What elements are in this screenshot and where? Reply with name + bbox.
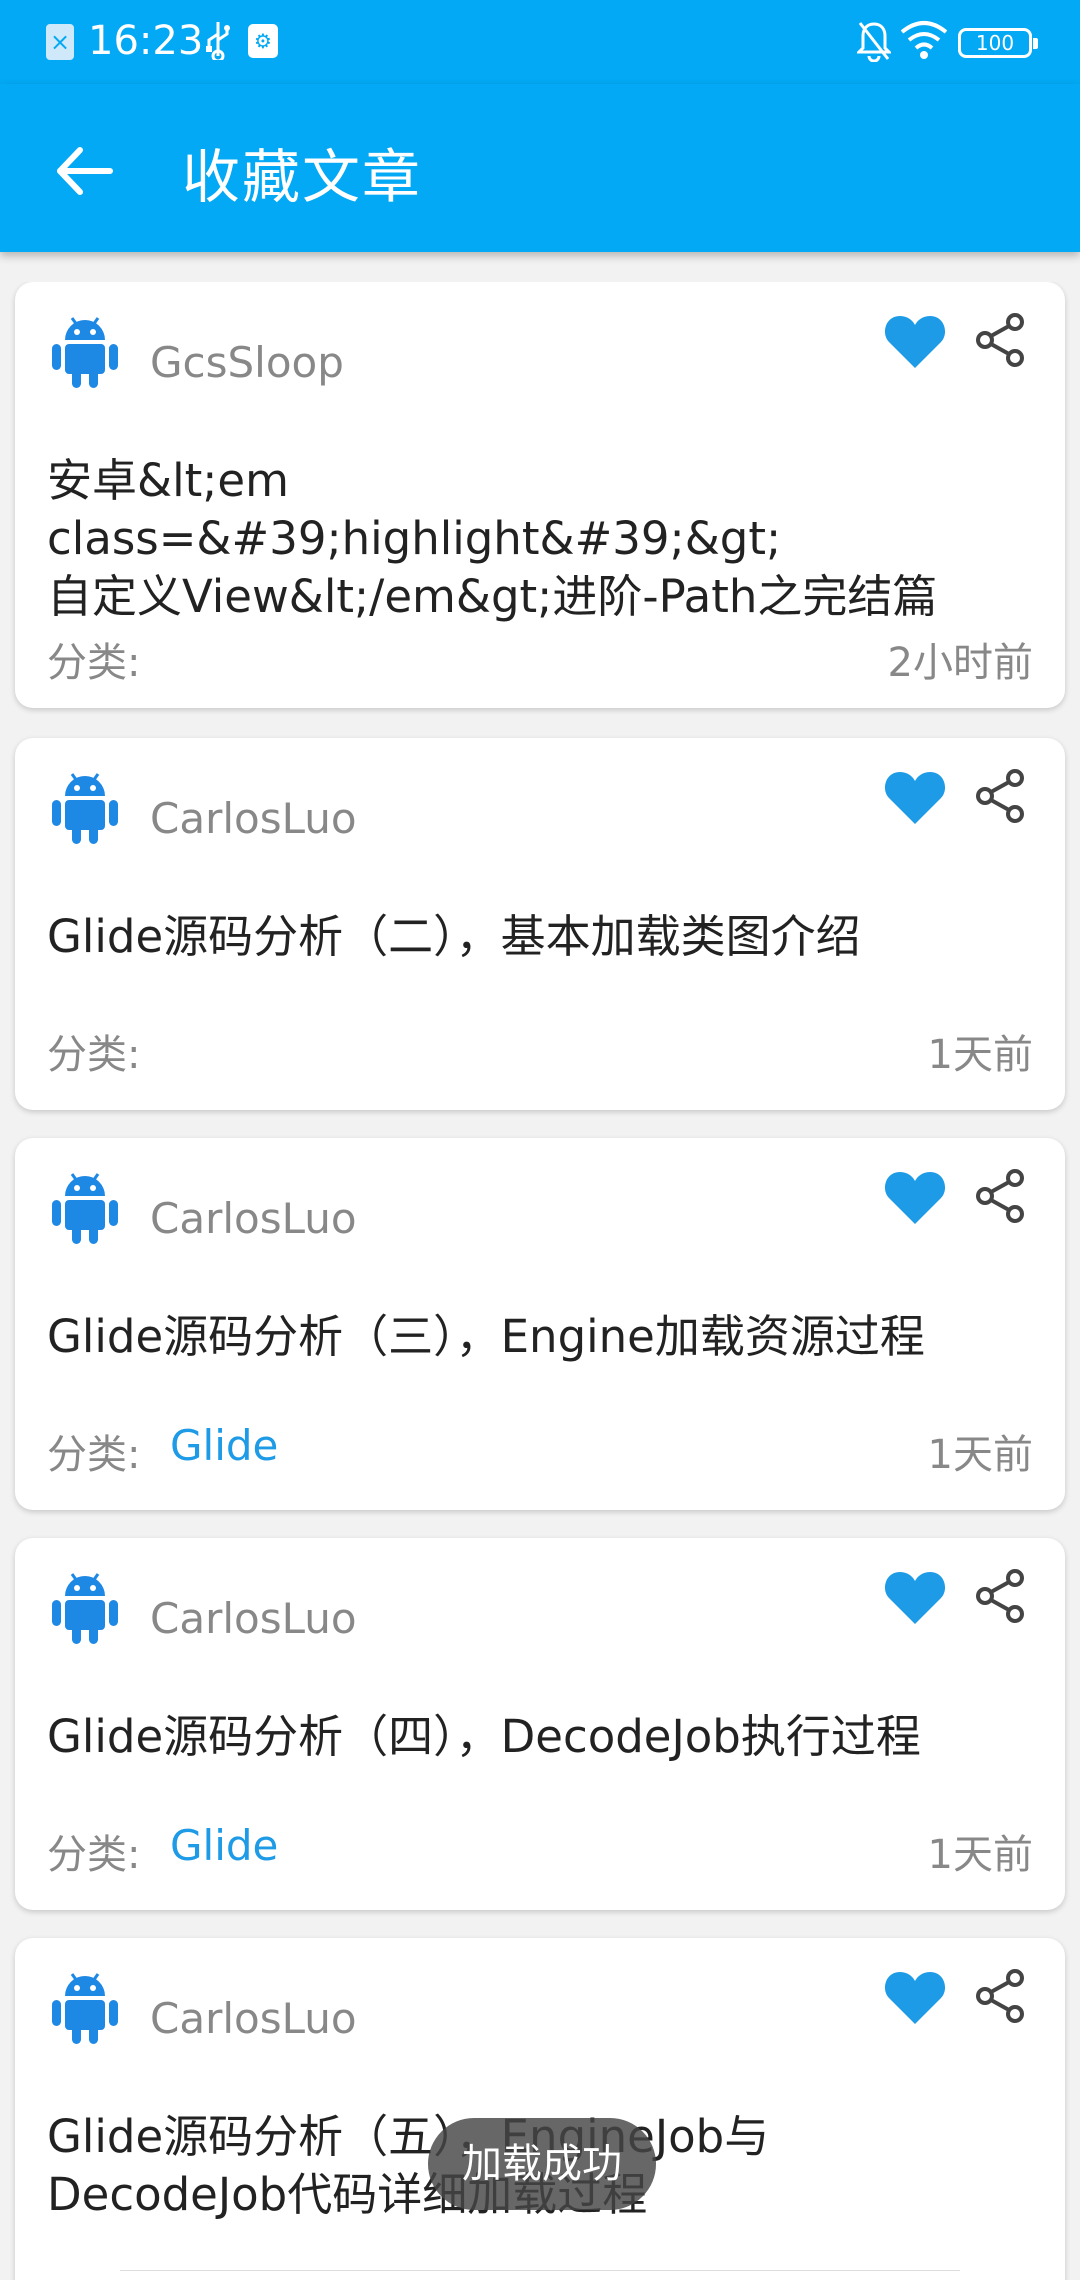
category-label: 分类: [47,640,141,686]
share-button[interactable] [975,1568,1027,1624]
article-title[interactable]: Glide源码分析（二），基本加载类图介绍 [47,908,1037,966]
like-button[interactable] [883,768,947,826]
share-icon [976,1169,1024,1223]
timestamp: 1天前 [927,1832,1033,1878]
usb-icon [203,20,233,69]
android-icon [50,1968,120,2046]
category-label: 分类: [47,1032,141,1078]
article-card[interactable]: CarlosLuo Glide源码分析（二），基本加载类图介绍 分类: 1天前 [15,738,1065,1110]
author-name: CarlosLuo [150,1194,357,1243]
category-link[interactable]: Glide [170,1821,278,1870]
share-button[interactable] [975,312,1027,368]
share-button[interactable] [975,1168,1027,1224]
article-title[interactable]: Glide源码分析（三），Engine加载资源过程 [47,1308,1037,1366]
android-icon [50,1168,120,1246]
author-name: CarlosLuo [150,794,357,843]
toast-message: 加载成功 [428,2118,656,2210]
app-bar: 收藏文章 [0,84,1080,252]
article-card[interactable]: CarlosLuo Glide源码分析（五），EngineJob与 Decode… [15,1938,1065,2280]
arrow-left-icon [57,147,113,195]
share-button[interactable] [975,768,1027,824]
article-list[interactable]: GcsSloop 安卓&lt;em class=&#39;highlight&#… [0,282,1080,2280]
heart-icon [884,316,946,368]
share-icon [976,1569,1024,1623]
author-name: CarlosLuo [150,1594,357,1643]
category-label: 分类: [47,1432,141,1478]
status-bar: × 16:23 ⚙ 100 [0,0,1080,84]
wifi-icon [900,20,948,64]
like-button[interactable] [883,312,947,370]
heart-icon [884,772,946,824]
timestamp: 1天前 [927,1432,1033,1478]
android-icon [50,768,120,846]
battery-icon: 100 [958,28,1038,58]
article-title[interactable]: 安卓&lt;em class=&#39;highlight&#39;&gt; 自… [47,452,1037,626]
article-card[interactable]: GcsSloop 安卓&lt;em class=&#39;highlight&#… [15,282,1065,708]
share-icon [976,1969,1024,2023]
android-icon [50,1568,120,1646]
share-icon [976,769,1024,823]
android-icon [50,312,120,390]
heart-icon [884,1572,946,1624]
like-button[interactable] [883,1968,947,2026]
article-card[interactable]: CarlosLuo Glide源码分析（三），Engine加载资源过程 分类: … [15,1138,1065,1510]
timestamp: 1天前 [927,1032,1033,1078]
article-title[interactable]: Glide源码分析（四），DecodeJob执行过程 [47,1708,1037,1766]
bottom-edge [120,2270,960,2280]
like-button[interactable] [883,1168,947,1226]
android-debug-icon: ⚙ [248,24,278,58]
timestamp: 2小时前 [887,640,1033,686]
status-time: 16:23 [88,18,204,64]
heart-icon [884,1172,946,1224]
category-label: 分类: [47,1832,141,1878]
bell-off-icon [855,20,893,66]
like-button[interactable] [883,1568,947,1626]
page-title: 收藏文章 [182,143,423,211]
category-link[interactable]: Glide [170,1421,278,1470]
share-button[interactable] [975,1968,1027,2024]
heart-icon [884,1972,946,2024]
author-name: GcsSloop [150,338,344,387]
article-card[interactable]: CarlosLuo Glide源码分析（四），DecodeJob执行过程 分类:… [15,1538,1065,1910]
author-name: CarlosLuo [150,1994,357,2043]
sim-icon: × [46,24,74,60]
share-icon [976,313,1024,367]
back-button[interactable] [50,136,120,206]
